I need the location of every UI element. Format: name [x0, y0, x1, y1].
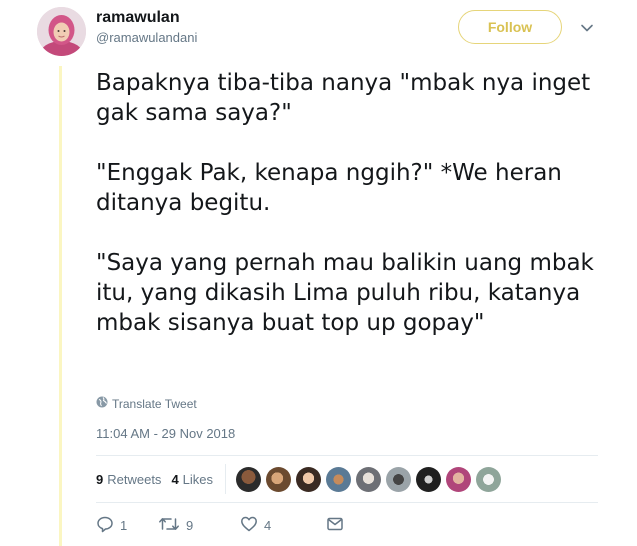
retweets-label: Retweets [107, 471, 162, 487]
tweet-stats: 9 Retweets 4 Likes [96, 464, 502, 494]
likes-label: Likes [182, 471, 214, 487]
tweet-text: Bapaknya tiba-tiba nanya "mbak nya inget… [96, 68, 596, 338]
likes-count: 4 [171, 471, 179, 487]
tweet-paragraph: Bapaknya tiba-tiba nanya "mbak nya inget… [96, 70, 591, 126]
heart-icon [240, 515, 258, 536]
globe-icon [96, 396, 108, 411]
retweet-icon [158, 515, 180, 536]
liker-avatars [236, 466, 502, 492]
avatar[interactable] [37, 7, 86, 56]
tweet-paragraph: "Enggak Pak, kenapa nggih?" *We heran di… [96, 160, 562, 216]
follow-button[interactable]: Follow [458, 10, 562, 44]
likes-stat[interactable]: 4 Likes [171, 472, 213, 487]
retweet-button[interactable]: 9 [158, 515, 240, 536]
reply-icon [96, 515, 114, 536]
tweet-paragraph: "Saya yang pernah mau balikin uang mbak … [96, 250, 594, 336]
retweet-count: 9 [186, 517, 194, 533]
liker-avatar[interactable] [386, 466, 412, 492]
retweets-stat[interactable]: 9 Retweets [96, 472, 161, 487]
liker-avatar[interactable] [326, 466, 352, 492]
timestamp[interactable]: 11:04 AM - 29 Nov 2018 [96, 426, 235, 441]
like-count: 4 [264, 517, 272, 533]
reply-count: 1 [120, 517, 128, 533]
envelope-icon [326, 515, 344, 536]
liker-avatar[interactable] [416, 466, 442, 492]
chevron-down-icon[interactable] [580, 20, 594, 34]
liker-avatar[interactable] [356, 466, 382, 492]
display-name[interactable]: ramawulan [96, 9, 180, 27]
liker-avatar[interactable] [446, 466, 472, 492]
username-handle[interactable]: @ramawulandani [96, 30, 197, 45]
translate-tweet-link[interactable]: Translate Tweet [96, 396, 197, 411]
divider [96, 455, 598, 456]
translate-label: Translate Tweet [112, 396, 197, 411]
liker-avatar[interactable] [266, 466, 292, 492]
thread-line [59, 66, 62, 546]
reply-button[interactable]: 1 [96, 515, 158, 536]
liker-avatar[interactable] [476, 466, 502, 492]
liker-avatar[interactable] [296, 466, 322, 492]
like-button[interactable]: 4 [240, 515, 326, 536]
tweet-actions: 1 9 4 [96, 513, 344, 537]
divider [96, 502, 598, 503]
stats-separator [225, 464, 227, 494]
retweets-count: 9 [96, 471, 104, 487]
liker-avatar[interactable] [236, 466, 262, 492]
direct-message-button[interactable] [326, 515, 344, 536]
